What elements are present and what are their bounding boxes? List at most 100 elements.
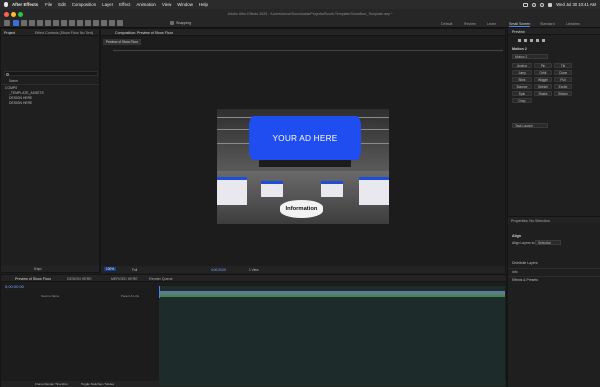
panel-info[interactable]: Info — [512, 270, 518, 274]
menu-bar: After Effects File Edit Composition Laye… — [0, 0, 600, 9]
tab-project[interactable]: Project — [4, 31, 15, 35]
menu-layer[interactable]: Layer — [102, 2, 113, 7]
home-icon[interactable] — [4, 20, 10, 26]
viewer-timecode[interactable]: 0;00;00;00 — [211, 268, 226, 272]
motion-option-drop[interactable]: Drop — [512, 98, 532, 103]
tab-timeline-design-here[interactable]: DESIGN HERE — [67, 277, 92, 281]
motion-dropdown[interactable]: Motion 2 — [512, 54, 548, 59]
motion-tab[interactable]: Motion 2 — [512, 47, 527, 51]
menu-effect[interactable]: Effect — [119, 2, 130, 7]
tab-composition[interactable]: Composition: Preview of Show Floor — [115, 31, 173, 35]
motion-option-spin[interactable]: Spin — [512, 91, 532, 96]
rotate-tool-icon[interactable] — [37, 20, 43, 26]
clone-stamp-tool-icon[interactable] — [93, 20, 99, 26]
pan-behind-tool-icon[interactable] — [53, 20, 59, 26]
tab-render-queue[interactable]: Render Queue — [149, 277, 173, 281]
snapping-checkbox[interactable] — [170, 21, 174, 25]
project-item-template-assets[interactable]: _TEMPLATE_ASSETS — [9, 91, 44, 95]
motion-option-sticker[interactable]: Sticker — [554, 91, 572, 96]
minimize-window-icon[interactable] — [11, 12, 16, 17]
project-item-design-here-2[interactable]: DESIGN HERE — [9, 101, 32, 105]
apple-icon[interactable] — [4, 2, 8, 7]
menu-window[interactable]: Window — [177, 2, 193, 7]
last-frame-icon[interactable] — [542, 39, 545, 42]
ad-banner-base — [259, 159, 351, 167]
battery-icon[interactable] — [523, 2, 529, 7]
tab-properties[interactable]: Properties: No Selection — [511, 219, 550, 223]
panel-effects-presets[interactable]: Effects & Presets — [512, 278, 538, 282]
motion-option-pin[interactable]: Pin — [534, 63, 552, 68]
workspace-default[interactable]: Default — [441, 22, 452, 26]
motion-option-shake[interactable]: Shake — [534, 91, 552, 96]
project-item-comps[interactable]: COMPS — [5, 86, 17, 90]
menu-view[interactable]: View — [162, 2, 171, 7]
timeline-graph-area[interactable] — [159, 286, 505, 386]
menu-help[interactable]: Help — [199, 2, 208, 7]
eraser-tool-icon[interactable] — [101, 20, 107, 26]
wifi-icon[interactable] — [532, 2, 537, 7]
workspace-standard[interactable]: Standard — [540, 22, 555, 26]
project-item-design-here-1[interactable]: DESIGN HERE — [9, 96, 32, 100]
comp-subtab[interactable]: Preview of Show Floor — [103, 39, 141, 45]
selection-tool-icon[interactable] — [13, 20, 19, 26]
menu-composition[interactable]: Composition — [72, 2, 96, 7]
previous-frame-icon[interactable] — [524, 39, 527, 42]
playhead[interactable] — [159, 286, 160, 298]
menu-edit[interactable]: Edit — [58, 2, 66, 7]
motion-option-blink[interactable]: Blink — [512, 77, 532, 82]
menu-file[interactable]: File — [45, 2, 52, 7]
zoom-tool-icon[interactable] — [29, 20, 35, 26]
timeline-timecode[interactable]: 0;00;00;00 — [5, 284, 24, 289]
motion-option-orbit[interactable]: Orbit — [534, 70, 552, 75]
motion-option-stretch[interactable]: Stretch — [534, 84, 552, 89]
column-parent-link[interactable]: Parent & Link — [121, 294, 139, 298]
motion-option-jump[interactable]: Jump — [512, 70, 532, 75]
status-area: Wed Jul 30 10:41 AM — [523, 0, 596, 9]
zoom-window-icon[interactable] — [18, 12, 23, 17]
close-window-icon[interactable] — [4, 12, 9, 17]
motion-option-clone[interactable]: Clone — [554, 70, 572, 75]
app-name[interactable]: After Effects — [12, 2, 38, 7]
motion-option-excite[interactable]: Excite — [554, 84, 572, 89]
tab-timeline-preview[interactable]: Preview of Show Floor — [15, 277, 51, 281]
menu-animation[interactable]: Animation — [136, 2, 156, 7]
workspace-review[interactable]: Review — [464, 22, 476, 26]
view-layout-dropdown[interactable]: 1 View — [249, 268, 259, 272]
tab-effect-controls[interactable]: Effect Controls (Show Floor No Text) — [35, 31, 93, 35]
shape-tool-icon[interactable] — [61, 20, 67, 26]
composition-canvas[interactable]: YOUR AD HERE Information — [217, 109, 389, 224]
puppet-tool-icon[interactable] — [117, 20, 123, 26]
pen-tool-icon[interactable] — [69, 20, 75, 26]
brush-tool-icon[interactable] — [85, 20, 91, 26]
hand-tool-icon[interactable] — [21, 20, 27, 26]
camera-tool-icon[interactable] — [45, 20, 51, 26]
control-center-icon[interactable] — [548, 2, 553, 7]
zoom-dropdown[interactable]: 100% — [104, 267, 117, 271]
project-search-input[interactable] — [4, 71, 98, 76]
type-tool-icon[interactable] — [77, 20, 83, 26]
menubar-clock[interactable]: Wed Jul 30 10:41 AM — [556, 2, 596, 7]
motion-option-bounce[interactable]: Bounce — [512, 84, 532, 89]
motion-option-pull[interactable]: Pull — [554, 77, 572, 82]
align-target-dropdown[interactable]: Selection — [535, 240, 561, 245]
workspace-libraries[interactable]: Libraries — [566, 22, 580, 26]
task-launch-dropdown[interactable]: Task Launch — [512, 123, 548, 128]
project-column-name[interactable]: Name — [9, 79, 18, 83]
first-frame-icon[interactable] — [518, 39, 521, 42]
motion-option-wiggle[interactable]: Wiggle — [534, 77, 552, 82]
play-icon[interactable] — [530, 39, 533, 42]
roto-brush-tool-icon[interactable] — [109, 20, 115, 26]
column-source-name[interactable]: Source Name — [41, 294, 59, 298]
toggle-switches-modes[interactable]: Toggle Switches / Modes — [81, 382, 114, 386]
next-frame-icon[interactable] — [536, 39, 539, 42]
workspace-learn[interactable]: Learn — [487, 22, 496, 26]
resolution-dropdown[interactable]: Full — [132, 268, 137, 272]
bpc-label[interactable]: 8 bpc — [34, 267, 42, 271]
motion-option-anchor[interactable]: Anchor — [512, 63, 532, 68]
motion-option-tilt[interactable]: Tilt — [554, 63, 572, 68]
tab-preview[interactable]: Preview — [512, 30, 525, 34]
tab-timeline-merged-here[interactable]: MERGED HERE — [111, 277, 138, 281]
workspace-small-screen[interactable]: Small Screen — [509, 22, 531, 27]
align-tab[interactable]: Align — [512, 234, 521, 238]
search-icon[interactable] — [540, 2, 545, 7]
